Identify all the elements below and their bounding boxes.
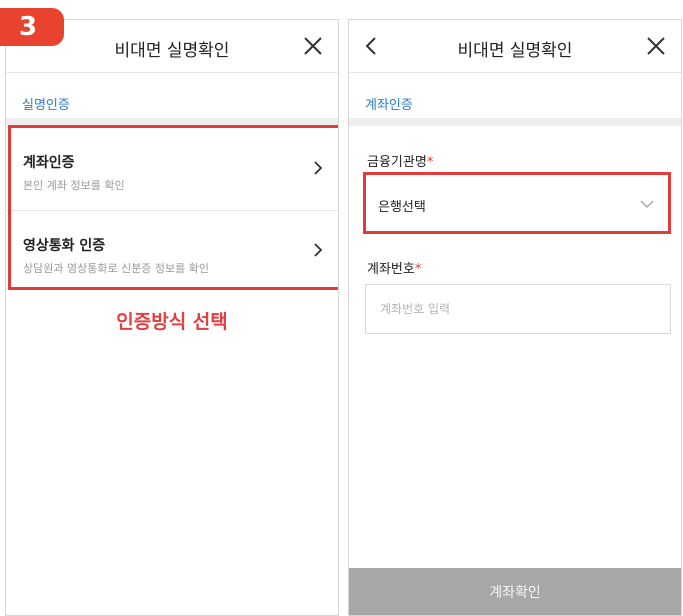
step-badge: 3	[0, 8, 64, 46]
page-title: 비대면 실명확인	[457, 41, 573, 61]
highlight-box	[8, 125, 338, 290]
required-mark: *	[414, 262, 422, 277]
required-mark: *	[426, 155, 434, 170]
account-field-label: 계좌번호*	[367, 258, 421, 277]
section-divider	[349, 118, 681, 126]
method-caption: 인증방식 선택	[116, 311, 228, 333]
real-name-method-screen: 비대면 실명확인 실명인증 계좌인증 본인 계좌 정보를 확인 영상통화 인증 …	[5, 19, 339, 616]
account-auth-screen: 비대면 실명확인 계좌인증 금융기관명* 은행선택 계좌번호* 계좌확인	[348, 19, 682, 616]
account-confirm-button[interactable]: 계좌확인	[349, 568, 681, 615]
account-label-text: 계좌번호	[367, 262, 415, 277]
bank-select[interactable]: 은행선택	[363, 172, 671, 234]
account-number-field[interactable]	[365, 284, 671, 334]
section-label: 실명인증	[22, 98, 70, 113]
close-icon[interactable]	[645, 35, 667, 57]
bank-select-value: 은행선택	[378, 200, 426, 215]
header: 비대면 실명확인	[349, 20, 681, 72]
step-number: 3	[18, 12, 38, 42]
bank-label-text: 금융기관명	[367, 155, 427, 170]
bank-field-label: 금융기관명*	[367, 151, 433, 170]
chevron-down-icon	[640, 200, 654, 209]
account-number-input[interactable]	[366, 285, 670, 333]
section-label: 계좌인증	[365, 98, 413, 113]
close-icon[interactable]	[302, 35, 324, 57]
